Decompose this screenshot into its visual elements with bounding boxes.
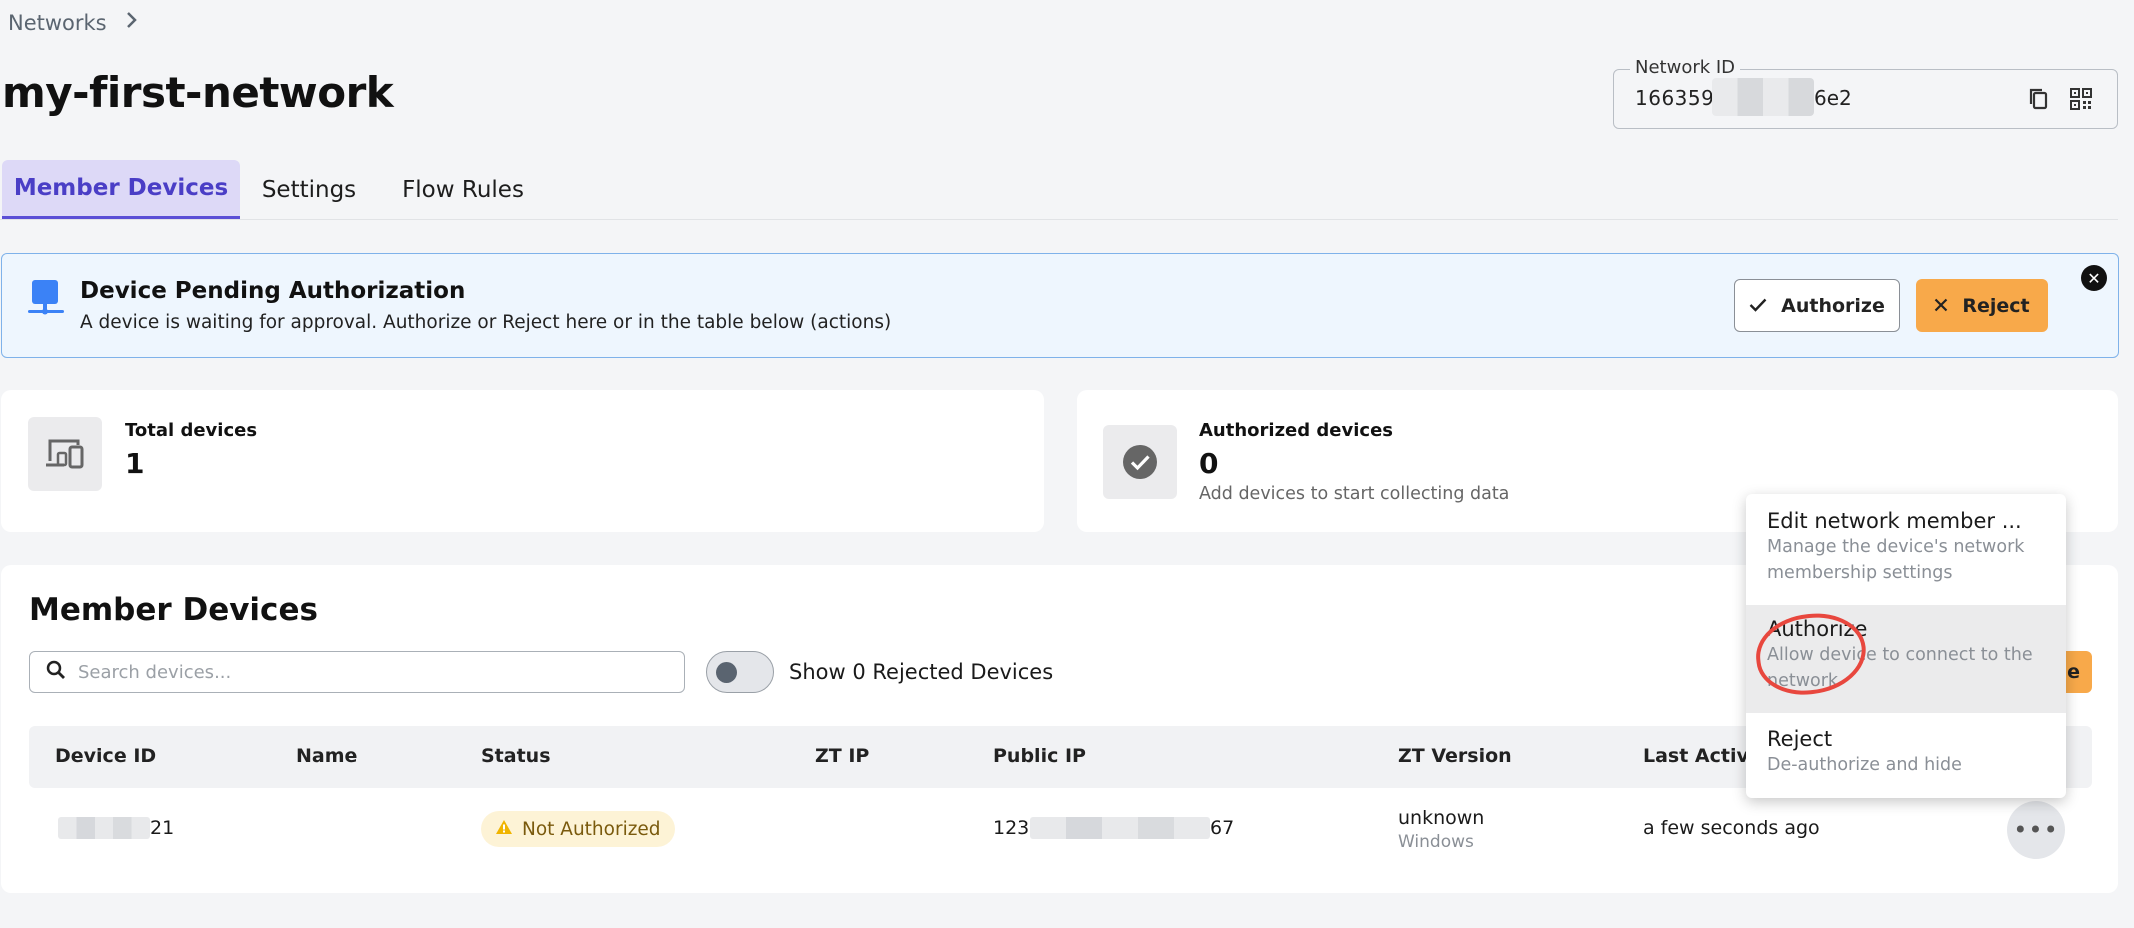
- breadcrumb: Networks: [8, 8, 139, 38]
- row-actions-menu: Edit network member ... Manage the devic…: [1746, 494, 2066, 798]
- qr-code-icon[interactable]: [2065, 83, 2097, 115]
- authorized-devices-subtitle: Add devices to start collecting data: [1199, 484, 1510, 504]
- search-field: [29, 651, 685, 693]
- authorize-button[interactable]: Authorize: [1734, 279, 1900, 332]
- row-actions-button[interactable]: •••: [2007, 801, 2065, 859]
- network-id-label: Network ID: [1630, 58, 1741, 78]
- status-badge-label: Not Authorized: [522, 818, 661, 840]
- alert-title: Device Pending Authorization: [80, 278, 466, 304]
- device-id-suffix: 21: [150, 817, 175, 839]
- device-icon: [28, 278, 64, 320]
- total-devices-value: 1: [125, 447, 145, 480]
- close-icon: [1934, 295, 1948, 317]
- menu-item-reject-description: De-authorize and hide: [1767, 755, 1962, 775]
- column-header-last-active[interactable]: Last Active: [1643, 745, 1762, 767]
- column-header-status[interactable]: Status: [481, 745, 551, 767]
- tab-bar: Member Devices Settings Flow Rules: [0, 160, 2118, 220]
- menu-item-authorize-description: Allow device to connect to the network: [1767, 645, 2033, 691]
- copy-icon[interactable]: [2023, 83, 2055, 115]
- authorized-devices-value: 0: [1199, 447, 1219, 480]
- alert-description: A device is waiting for approval. Author…: [80, 312, 892, 333]
- menu-item-reject[interactable]: Reject De-authorize and hide: [1746, 715, 2066, 795]
- redaction-blur: [58, 817, 150, 839]
- menu-item-authorize[interactable]: Authorize Allow device to connect to the…: [1746, 605, 2066, 713]
- tab-member-devices[interactable]: Member Devices: [2, 160, 240, 219]
- redaction-blur: [1712, 78, 1814, 116]
- total-devices-label: Total devices: [125, 420, 258, 441]
- menu-item-edit-member[interactable]: Edit network member ... Manage the devic…: [1746, 508, 2066, 604]
- menu-item-authorize-label: Authorize: [1767, 617, 1868, 641]
- zt-version-value: unknown: [1398, 807, 1485, 829]
- last-active-value: a few seconds ago: [1643, 817, 1820, 839]
- column-header-public-ip[interactable]: Public IP: [993, 745, 1086, 767]
- member-devices-title: Member Devices: [29, 592, 318, 628]
- total-devices-card: [1, 390, 1044, 532]
- redaction-blur: [1030, 817, 1210, 839]
- menu-item-edit-label: Edit network member ...: [1767, 509, 2022, 533]
- breadcrumb-networks-link[interactable]: Networks: [8, 11, 107, 35]
- authorized-devices-label: Authorized devices: [1199, 420, 1394, 441]
- chevron-right-icon: [125, 10, 139, 36]
- menu-item-reject-label: Reject: [1767, 727, 1833, 751]
- devices-icon: [28, 417, 102, 491]
- search-icon: [46, 660, 66, 684]
- tab-settings[interactable]: Settings: [244, 160, 374, 219]
- page-title: my-first-network: [2, 68, 394, 117]
- show-rejected-toggle[interactable]: [706, 651, 774, 693]
- network-id-value-start: 166359: [1635, 86, 1715, 110]
- menu-item-edit-description: Manage the device's network membership s…: [1767, 537, 2025, 583]
- authorize-button-label: Authorize: [1781, 294, 1885, 317]
- os-value: Windows: [1398, 832, 1474, 852]
- column-header-zt-ip[interactable]: ZT IP: [815, 745, 869, 767]
- public-ip-start: 123: [993, 817, 1030, 839]
- toggle-knob: [716, 662, 737, 683]
- alert-close-icon[interactable]: ✕: [2081, 265, 2107, 291]
- column-header-device-id[interactable]: Device ID: [55, 745, 156, 767]
- check-icon: [1749, 295, 1767, 317]
- show-rejected-label: Show 0 Rejected Devices: [789, 660, 1054, 684]
- tab-flow-rules[interactable]: Flow Rules: [384, 160, 542, 219]
- status-badge: Not Authorized: [481, 811, 675, 847]
- public-ip-end: 67: [1210, 817, 1235, 839]
- check-circle-icon: [1103, 425, 1177, 499]
- column-header-zt-version[interactable]: ZT Version: [1398, 745, 1512, 767]
- reject-button[interactable]: Reject: [1916, 279, 2048, 332]
- warning-icon: [495, 819, 513, 840]
- search-input[interactable]: [78, 661, 638, 683]
- column-header-name[interactable]: Name: [296, 745, 357, 767]
- network-id-value-end: 6e2: [1814, 86, 1852, 110]
- reject-button-label: Reject: [1962, 294, 2030, 317]
